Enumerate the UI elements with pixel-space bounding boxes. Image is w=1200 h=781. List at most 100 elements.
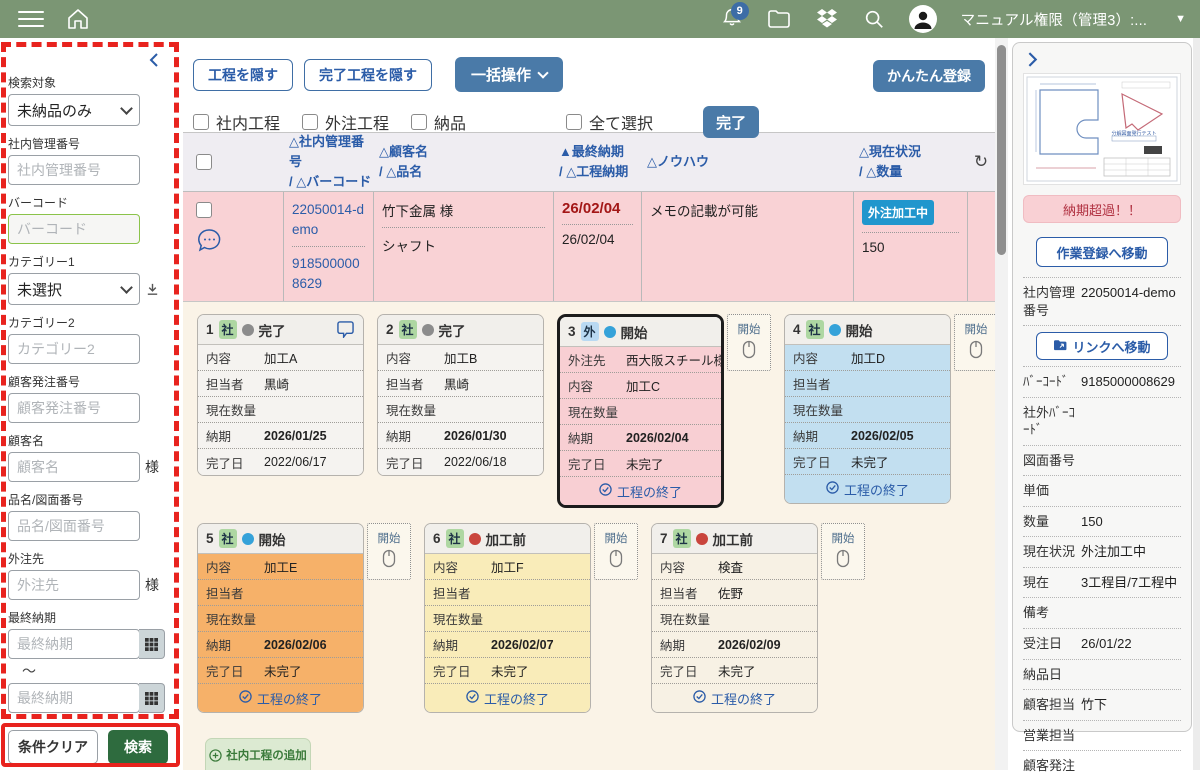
card-field-value: 未完了 [718,661,756,680]
add-internal-process-button[interactable]: 社内工程の追加 [205,738,311,770]
start-process-button[interactable]: 開始 [821,523,865,580]
field-input-1[interactable] [8,155,140,185]
process-card-7[interactable]: 7社加工前内容検査担当者佐野現在数量納期2026/02/09完了日未完了工程の終… [651,523,818,713]
field-input-7[interactable] [8,511,140,541]
detail-value: 9185000008629 [1081,373,1175,391]
field-input-4[interactable] [8,334,140,364]
date-to-input[interactable] [8,683,140,713]
filter-checkbox-item: 納品 [411,110,466,134]
calendar-icon[interactable] [139,629,165,659]
select-all-checkbox[interactable] [566,114,582,130]
user-menu-label[interactable]: マニュアル権限（管理3）:... [961,9,1147,30]
start-process-button[interactable]: 開始 [594,523,638,580]
column-header[interactable]: △現在状況/ △数量 [853,142,967,182]
detail-label: 備考 [1023,604,1081,622]
checkbox[interactable] [302,114,318,130]
process-card-6[interactable]: 6社加工前内容加工F担当者現在数量納期2026/02/07完了日未完了工程の終了 [424,523,591,713]
bulk-action-button[interactable]: 一括操作 [455,57,563,92]
end-process-link[interactable]: 工程の終了 [198,684,363,712]
process-card-4[interactable]: 4社開始内容加工D担当者現在数量納期2026/02/05完了日未完了工程の終了 [784,314,951,504]
move-to-link-button[interactable]: リンクへ移動 [1036,332,1168,360]
column-header[interactable]: △顧客名/ △品名 [373,142,553,182]
user-menu-caret-icon[interactable]: ▼ [1175,13,1186,25]
card-field-label: 現在数量 [660,609,718,628]
process-card-5[interactable]: 5社開始内容加工E担当者現在数量納期2026/02/06完了日未完了工程の終了 [197,523,364,713]
complete-button[interactable]: 完了 [703,106,759,138]
search-button[interactable]: 検索 [108,730,168,764]
card-field-label: 担当者 [206,374,264,393]
home-icon[interactable] [66,7,90,31]
avatar[interactable] [909,5,937,33]
clear-conditions-button[interactable]: 条件クリア [8,730,98,764]
checkbox[interactable] [411,114,427,130]
folder-icon[interactable] [767,8,791,30]
start-process-button[interactable]: 開始 [367,523,411,580]
notifications-button[interactable]: 9 [721,6,743,33]
card-number: 3 [568,324,576,339]
card-field-row: 納期2026/02/06 [198,632,363,658]
checkbox[interactable] [193,114,209,130]
card-field-row: 完了日2022/06/18 [378,449,543,475]
process-card-2[interactable]: 2社完了内容加工B担当者黒崎現在数量納期2026/01/30完了日2022/06… [377,314,544,476]
sidebar-field: カテゴリー2 [8,314,176,364]
refresh-icon[interactable]: ↻ [974,152,988,171]
row-barcode-link[interactable]: 9185000008629 [292,254,365,293]
drawing-thumbnail[interactable]: 分解図面発行テスト [1023,73,1181,185]
card-field-row: 納期2026/01/30 [378,423,543,449]
start-process-button[interactable]: 開始 [954,314,995,371]
status-dot-icon [469,533,481,545]
select-all-checkbox[interactable] [196,154,212,170]
date-from-input[interactable] [8,629,140,659]
main-scrollbar-thumb[interactable] [997,45,1006,255]
svg-text:分解図面発行テスト: 分解図面発行テスト [1111,130,1156,137]
field-select-3[interactable]: 未選択 [8,273,140,305]
hide-completed-button[interactable]: 完了工程を隠す [304,59,432,91]
process-card-group: 3外開始外注先西大阪スチール様内容加工C現在数量納期2026/02/04完了日未… [557,314,771,508]
field-input-5[interactable] [8,393,140,423]
move-to-work-register-button[interactable]: 作業登録へ移動 [1036,237,1168,267]
process-card-3[interactable]: 3外開始外注先西大阪スチール様内容加工C現在数量納期2026/02/04完了日未… [557,314,724,508]
column-header[interactable]: △社内管理番号/ △バーコード [283,132,373,192]
field-select-0[interactable]: 未納品のみ [8,94,140,126]
detail-label: 現在 [1023,574,1081,592]
detail-label: 社外ﾊﾞｰｺｰﾄﾞ [1023,404,1081,439]
detail-label: 単価 [1023,482,1081,500]
field-input-6[interactable] [8,452,140,482]
field-input-8[interactable] [8,570,140,600]
row-checkbox[interactable] [196,202,212,218]
start-label: 開始 [605,530,628,546]
detail-value: 22050014-demo [1081,284,1176,319]
download-arrow-icon[interactable] [145,282,160,297]
panel-expand-icon[interactable] [1023,51,1040,68]
column-header[interactable]: △ノウハウ [641,152,853,172]
calendar-icon[interactable] [139,683,165,713]
easy-register-button[interactable]: かんたん登録 [873,60,985,92]
comment-bubble-icon[interactable] [336,321,355,338]
dropbox-icon[interactable] [815,8,839,30]
column-header[interactable]: ▲最終納期/ △工程納期 [553,142,641,182]
end-process-link[interactable]: 工程の終了 [560,477,721,505]
process-card-group: 4社開始内容加工D担当者現在数量納期2026/02/05完了日未完了工程の終了開… [784,314,995,504]
row-id-link[interactable]: 22050014-demo [292,200,365,247]
main-scrollbar[interactable] [995,38,1008,770]
sidebar-field: 顧客名様 [8,432,176,482]
hide-process-button[interactable]: 工程を隠す [193,59,293,91]
card-field-row: 納期2026/01/25 [198,423,363,449]
sidebar-field: 社内管理番号 [8,135,176,185]
end-process-link[interactable]: 工程の終了 [785,475,950,503]
process-card-1[interactable]: 1社完了内容加工A担当者黒崎現在数量納期2026/01/25完了日2022/06… [197,314,364,476]
end-process-link[interactable]: 工程の終了 [652,684,817,712]
sidebar-collapse-icon[interactable] [147,52,163,73]
window-scrollbar[interactable] [1193,38,1200,770]
field-input-2[interactable] [8,214,140,244]
card-field-value: 2026/02/07 [491,638,554,652]
menu-icon[interactable] [18,11,44,27]
detail-value: 150 [1081,513,1103,531]
card-field-value: 黒崎 [264,374,289,393]
row-process-due: 26/02/04 [562,232,633,247]
end-process-link[interactable]: 工程の終了 [425,684,590,712]
comment-bubble-icon[interactable] [196,227,223,254]
start-process-button[interactable]: 開始 [727,314,771,371]
search-icon[interactable] [863,8,885,30]
table-row[interactable]: 22050014-demo 9185000008629 竹下金属 様 シャフト … [183,192,995,302]
